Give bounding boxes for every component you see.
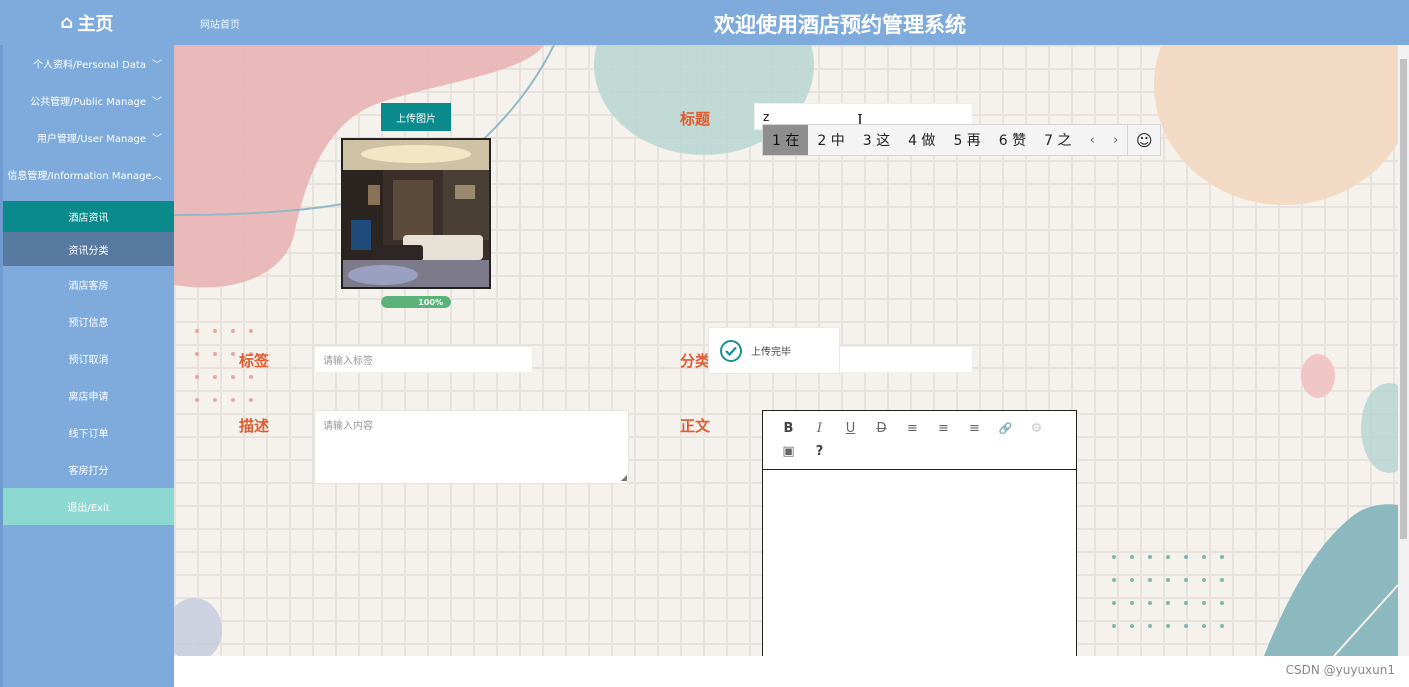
underline-icon[interactable]: U bbox=[835, 417, 866, 440]
description-textarea[interactable]: 请输入内容 ◢ bbox=[314, 410, 629, 484]
description-label: 描述 bbox=[239, 417, 270, 435]
toast-text: 上传完毕 bbox=[751, 347, 791, 358]
check-circle-icon bbox=[720, 339, 742, 362]
site-home-link[interactable]: 网站首页 bbox=[200, 16, 240, 31]
align-left-icon[interactable]: ≡ bbox=[897, 417, 928, 440]
chevron-down-icon: ﹀ bbox=[152, 134, 162, 145]
top-bar: ⌂ 主页 网站首页 欢迎使用酒店预约管理系统 bbox=[0, 0, 1409, 45]
menu-label: 信息管理/Information Manage bbox=[7, 171, 152, 182]
strikethrough-icon[interactable]: D bbox=[866, 417, 897, 440]
chevron-down-icon: ﹀ bbox=[152, 97, 162, 108]
sidebar: 个人资料/Personal Data ﹀ 公共管理/Public Manage … bbox=[0, 45, 174, 687]
ime-candidate[interactable]: 5 再 bbox=[944, 125, 989, 155]
rich-text-editor[interactable]: B I U D ≡ ≡ ≡ 🔗 ⚙ ▣ ? bbox=[762, 410, 1077, 660]
sidebar-item-hotel-rooms[interactable]: 酒店客房 bbox=[3, 266, 174, 303]
sidebar-item-exit[interactable]: 退出/Exit bbox=[3, 488, 174, 525]
body-label: 正文 bbox=[680, 417, 711, 435]
title-input-value: z bbox=[763, 109, 770, 124]
sidebar-item-booking-info[interactable]: 预订信息 bbox=[3, 303, 174, 340]
category-label: 分类 bbox=[680, 352, 711, 370]
chevron-up-icon: ︿ bbox=[151, 171, 162, 182]
csdn-credit: CSDN @yuyuxun1 bbox=[1285, 663, 1395, 677]
menu-information-manage[interactable]: 信息管理/Information Manage ︿ bbox=[3, 156, 174, 193]
sidebar-item-hotel-news[interactable]: 酒店资讯 bbox=[3, 201, 174, 232]
editor-content-area[interactable] bbox=[763, 470, 1076, 658]
upload-progress-bar: 100% bbox=[381, 296, 451, 308]
progress-text: 100% bbox=[418, 297, 443, 307]
ime-emoji-icon[interactable]: ☺ bbox=[1127, 125, 1160, 155]
align-center-icon[interactable]: ≡ bbox=[928, 417, 959, 440]
sidebar-item-offline-orders[interactable]: 线下订单 bbox=[3, 414, 174, 451]
ime-candidate[interactable]: 7 之 bbox=[1035, 125, 1080, 155]
unlink-icon[interactable]: ⚙ bbox=[1021, 417, 1052, 440]
tag-placeholder: 请输入标签 bbox=[323, 356, 373, 367]
chevron-down-icon: ﹀ bbox=[152, 60, 162, 71]
title-label: 标题 bbox=[680, 110, 711, 128]
sidebar-item-news-category[interactable]: 资讯分类 bbox=[3, 232, 174, 266]
page-scrollbar[interactable] bbox=[1398, 45, 1409, 656]
image-icon[interactable]: ▣ bbox=[773, 440, 804, 463]
ime-prev-icon[interactable]: ‹ bbox=[1081, 133, 1104, 148]
upload-image-button[interactable]: 上传图片 bbox=[381, 103, 451, 131]
menu-user-manage[interactable]: 用户管理/User Manage ﹀ bbox=[3, 119, 174, 156]
tag-input[interactable]: 请输入标签 bbox=[314, 346, 533, 373]
scrollbar-thumb[interactable] bbox=[1400, 59, 1407, 539]
ime-next-icon[interactable]: › bbox=[1104, 133, 1127, 148]
resize-handle-icon[interactable]: ◢ bbox=[621, 473, 627, 482]
sidebar-item-room-rating[interactable]: 客房打分 bbox=[3, 451, 174, 488]
ime-candidate[interactable]: 4 做 bbox=[899, 125, 944, 155]
upload-complete-toast: 上传完毕 bbox=[708, 327, 840, 374]
description-placeholder: 请输入内容 bbox=[323, 421, 373, 432]
editor-toolbar: B I U D ≡ ≡ ≡ 🔗 ⚙ ▣ ? bbox=[763, 411, 1076, 470]
sidebar-item-checkout-request[interactable]: 离店申请 bbox=[3, 377, 174, 414]
footer-area bbox=[174, 656, 1409, 687]
menu-label: 公共管理/Public Manage bbox=[30, 97, 146, 108]
home-label: 主页 bbox=[77, 13, 114, 35]
sidebar-item-booking-cancel[interactable]: 预订取消 bbox=[3, 340, 174, 377]
home-icon: ⌂ bbox=[60, 12, 74, 33]
menu-personal-data[interactable]: 个人资料/Personal Data ﹀ bbox=[3, 45, 174, 82]
tag-label: 标签 bbox=[239, 352, 270, 370]
ime-candidate[interactable]: 3 这 bbox=[854, 125, 899, 155]
uploaded-hotel-photo bbox=[341, 138, 491, 289]
menu-public-manage[interactable]: 公共管理/Public Manage ﹀ bbox=[3, 82, 174, 119]
ime-candidate[interactable]: 2 中 bbox=[808, 125, 853, 155]
align-right-icon[interactable]: ≡ bbox=[959, 417, 990, 440]
ime-candidate[interactable]: 1 在 bbox=[763, 125, 809, 155]
help-icon[interactable]: ? bbox=[804, 440, 835, 463]
menu-label: 个人资料/Personal Data bbox=[33, 60, 146, 71]
italic-icon[interactable]: I bbox=[804, 417, 835, 440]
ime-candidate-bar: 1 在 2 中 3 这 4 做 5 再 6 赞 7 之 ‹ › ☺ bbox=[762, 124, 1161, 156]
link-icon[interactable]: 🔗 bbox=[990, 417, 1021, 440]
ime-candidate[interactable]: 6 赞 bbox=[990, 125, 1035, 155]
home-link[interactable]: ⌂ 主页 bbox=[0, 0, 174, 45]
system-title: 欢迎使用酒店预约管理系统 bbox=[714, 13, 966, 37]
bold-icon[interactable]: B bbox=[773, 417, 804, 440]
menu-label: 用户管理/User Manage bbox=[36, 134, 146, 145]
